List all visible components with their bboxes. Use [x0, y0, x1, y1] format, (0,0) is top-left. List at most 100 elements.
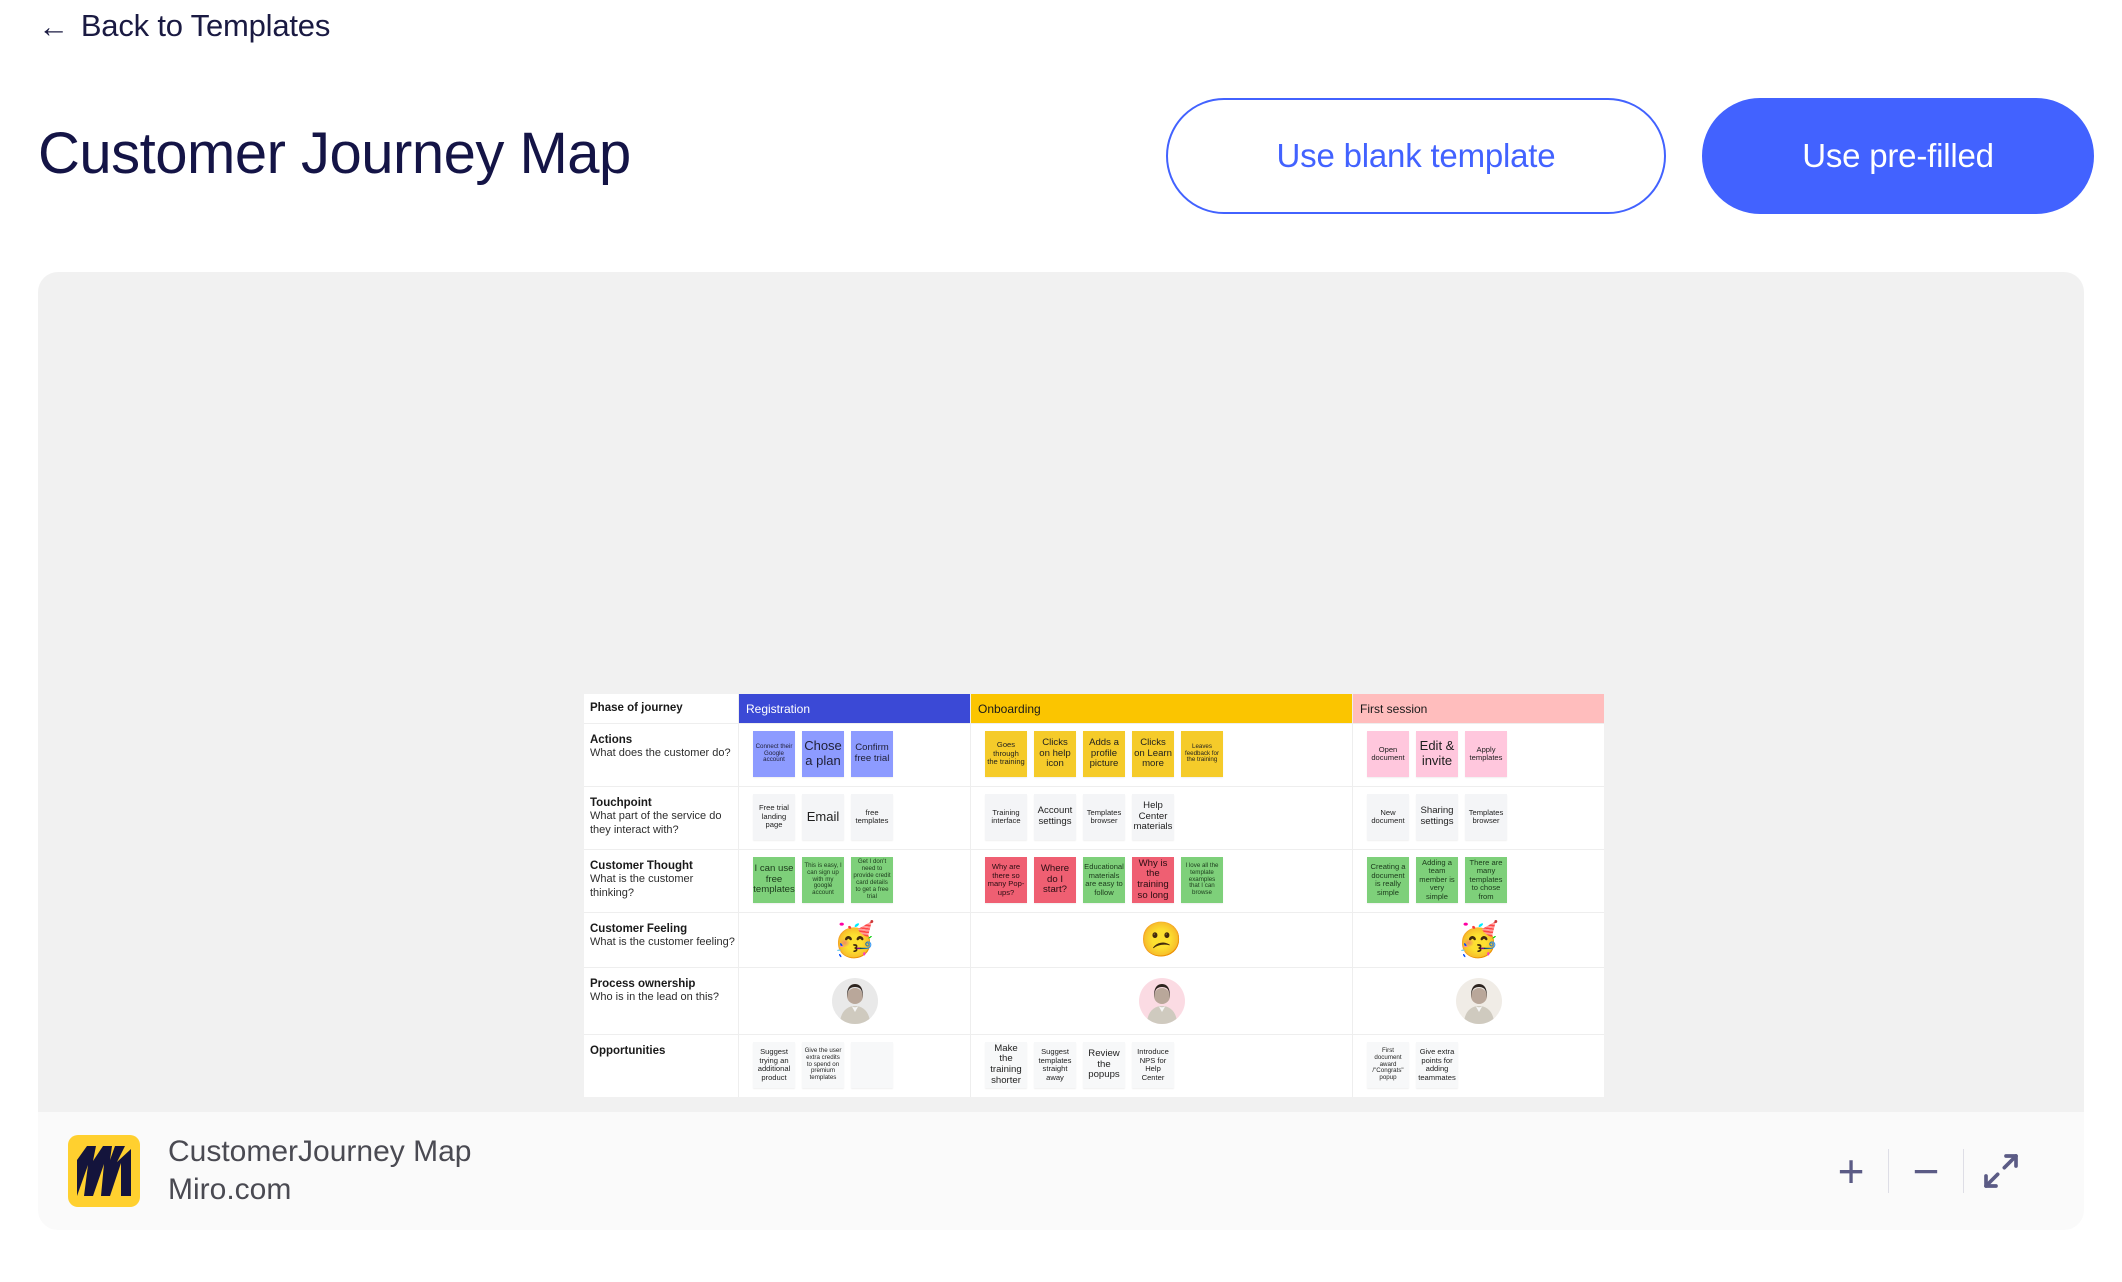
sticky-note[interactable]: Educational materials are easy to follow: [1083, 857, 1125, 903]
card-group-first-session: First document award /"Congrats" popup Gi…: [1353, 1035, 1604, 1097]
sticky-note[interactable]: Free trial landing page: [753, 794, 795, 840]
avatar-person-icon: [839, 984, 870, 1024]
sticky-note[interactable]: Why is the training so long: [1132, 857, 1174, 903]
sticky-note[interactable]: Training interface: [985, 794, 1027, 840]
phase-of-journey-label: Phase of journey: [584, 694, 739, 723]
phase-cell-first-session: Creating a document is really simple Addi…: [1353, 850, 1604, 912]
use-blank-template-button[interactable]: Use blank template: [1166, 98, 1666, 214]
sticky-note[interactable]: I love all the template examples that I …: [1181, 857, 1223, 903]
sticky-note[interactable]: Goes through the training: [985, 731, 1027, 777]
row-label-subtitle: What part of the service do they interac…: [590, 810, 722, 837]
avatar-cell[interactable]: [739, 968, 970, 1034]
card-group-registration: I can use free templates This is easy, I …: [739, 850, 970, 912]
sticky-note[interactable]: Chose a plan: [802, 731, 844, 777]
card-group-first-session: Creating a document is really simple Addi…: [1353, 850, 1604, 912]
sticky-note[interactable]: Where do I start?: [1034, 857, 1076, 903]
template-preview-canvas[interactable]: Phase of journey Registration Onboarding…: [38, 272, 2084, 1112]
phase-cell-registration: Connect their Google account Chose a plan…: [739, 724, 971, 786]
sticky-note[interactable]: Suggest trying an additional product: [753, 1042, 795, 1088]
sticky-note[interactable]: Templates browser: [1083, 794, 1125, 840]
sticky-note[interactable]: Introduce NPS for Help Center: [1132, 1042, 1174, 1088]
emoji-cell[interactable]: 😕: [971, 913, 1352, 967]
phase-cell-first-session: Open document Edit & invite Apply template…: [1353, 724, 1604, 786]
zoom-in-button[interactable]: +: [1814, 1141, 1888, 1201]
zoom-controls: + −: [1814, 1141, 2038, 1201]
sticky-note[interactable]: Why are there so many Pop-ups?: [985, 857, 1027, 903]
sticky-note[interactable]: I can use free templates: [753, 857, 795, 903]
use-pre-filled-button[interactable]: Use pre-filled: [1702, 98, 2094, 214]
zoom-out-button[interactable]: −: [1889, 1141, 1963, 1201]
card-group-first-session: New document Sharing settings Templates br…: [1353, 787, 1604, 849]
table-row: Opportunities Suggest trying an additiona…: [584, 1035, 1604, 1097]
miro-logo-icon: [68, 1135, 140, 1207]
phase-cell-onboarding: Make the training shorter Suggest templat…: [971, 1035, 1353, 1097]
phase-columns: Free trial landing page Email free templat…: [739, 787, 1604, 849]
sticky-note[interactable]: This is easy, I can sign up with my goog…: [802, 857, 844, 903]
emoji-cell[interactable]: 🥳: [739, 913, 970, 967]
phase-header-onboarding: Onboarding: [971, 694, 1352, 723]
card-group-onboarding: Training interface Account settings Templa…: [971, 787, 1352, 849]
sticky-note[interactable]: Open document: [1367, 731, 1409, 777]
sticky-note[interactable]: Apply templates: [1465, 731, 1507, 777]
sticky-note[interactable]: New document: [1367, 794, 1409, 840]
sticky-note[interactable]: Suggest templates straight away: [1034, 1042, 1076, 1088]
miro-logo-glyph: [77, 1146, 131, 1196]
sticky-note[interactable]: Creating a document is really simple: [1367, 857, 1409, 903]
sticky-note[interactable]: [851, 1042, 893, 1088]
sticky-note[interactable]: Account settings: [1034, 794, 1076, 840]
avatar-person-icon: [1463, 984, 1494, 1024]
row-label: Opportunities: [584, 1035, 739, 1097]
row-label-title: Actions: [590, 734, 633, 746]
minus-icon: −: [1912, 1145, 1940, 1197]
phase-columns: 🥳 😕 🥳: [739, 913, 1604, 967]
phase-cell-first-session: New document Sharing settings Templates br…: [1353, 787, 1604, 849]
avatar-cell[interactable]: [1353, 968, 1604, 1034]
sticky-note[interactable]: Help Center materials: [1132, 794, 1174, 840]
emoji-cell[interactable]: 🥳: [1353, 913, 1604, 967]
footer-source-label: Miro.com: [168, 1173, 292, 1206]
phase-header-first-session: First session: [1353, 694, 1604, 723]
phase-cell-first-session: [1353, 968, 1604, 1034]
back-to-templates-link[interactable]: ← Back to Templates: [38, 8, 330, 44]
sticky-note[interactable]: Email: [802, 794, 844, 840]
sticky-note[interactable]: First document award /"Congrats" popup: [1367, 1042, 1409, 1088]
sticky-note[interactable]: Get I don't need to provide credit card …: [851, 857, 893, 903]
fullscreen-button[interactable]: [1964, 1141, 2038, 1201]
phase-cell-registration: Free trial landing page Email free templat…: [739, 787, 971, 849]
phase-cell-onboarding: 😕: [971, 913, 1353, 967]
sticky-note[interactable]: Review the popups: [1083, 1042, 1125, 1088]
sticky-note[interactable]: Clicks on help icon: [1034, 731, 1076, 777]
sticky-note[interactable]: Connect their Google account: [753, 731, 795, 777]
footer-text-block: CustomerJourney Map Miro.com: [168, 1133, 471, 1210]
table-header-row: Phase of journey Registration Onboarding…: [584, 694, 1604, 724]
sticky-note[interactable]: free templates: [851, 794, 893, 840]
row-label: Actions What does the customer do?: [584, 724, 739, 786]
row-label-title: Process ownership: [590, 978, 696, 990]
sticky-note[interactable]: Adds a profile picture: [1083, 731, 1125, 777]
table-body: Actions What does the customer do? Connect…: [584, 724, 1604, 1097]
header-actions: Use blank template Use pre-filled: [1166, 98, 2094, 214]
phase-columns: Suggest trying an additional product Give…: [739, 1035, 1604, 1097]
sticky-note[interactable]: Give the user extra credits to spend on …: [802, 1042, 844, 1088]
sticky-note[interactable]: Make the training shorter: [985, 1042, 1027, 1088]
footer-board-title: CustomerJourney Map: [168, 1134, 472, 1168]
phase-cell-first-session: 🥳: [1353, 913, 1604, 967]
sticky-note[interactable]: Templates browser: [1465, 794, 1507, 840]
card-group-registration: Connect their Google account Chose a plan…: [739, 724, 970, 786]
sticky-note[interactable]: Give extra points for adding teammates: [1416, 1042, 1458, 1088]
sticky-note[interactable]: Adding a team member is very simple: [1416, 857, 1458, 903]
sticky-note[interactable]: Sharing settings: [1416, 794, 1458, 840]
phase-cell-registration: I can use free templates This is easy, I …: [739, 850, 971, 912]
phase-cell-onboarding: Why are there so many Pop-ups? Where do I…: [971, 850, 1353, 912]
sticky-note[interactable]: Confirm free trial: [851, 731, 893, 777]
card-group-onboarding: Why are there so many Pop-ups? Where do I…: [971, 850, 1352, 912]
sticky-note[interactable]: Edit & invite: [1416, 731, 1458, 777]
sticky-note[interactable]: Clicks on Learn more: [1132, 731, 1174, 777]
sticky-note[interactable]: There are many templates to chose from: [1465, 857, 1507, 903]
avatar-cell[interactable]: [971, 968, 1352, 1034]
table-row: Touchpoint What part of the service do th…: [584, 787, 1604, 850]
sticky-note[interactable]: Leaves feedback for the training: [1181, 731, 1223, 777]
table-row: Process ownership Who is in the lead on t…: [584, 968, 1604, 1035]
avatar-person-icon: [1146, 984, 1177, 1024]
row-label: Process ownership Who is in the lead on t…: [584, 968, 739, 1034]
